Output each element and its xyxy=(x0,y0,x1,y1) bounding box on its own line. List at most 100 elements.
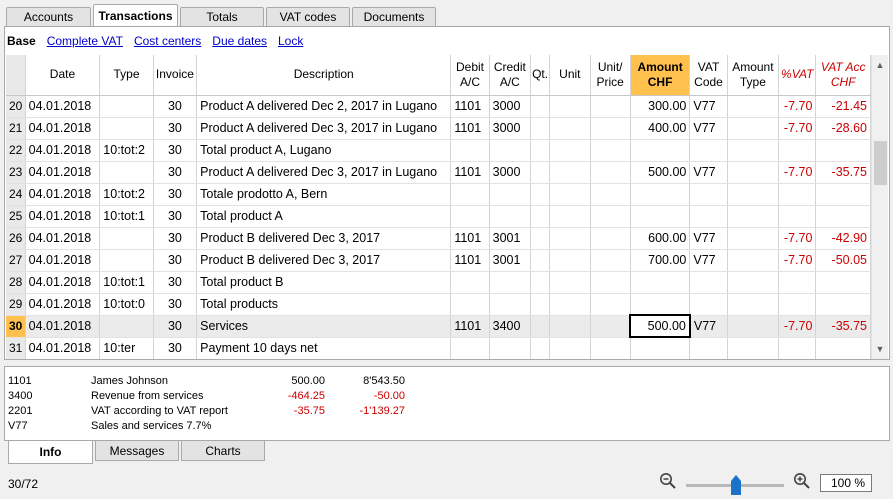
cell-pct-vat[interactable]: -7.70 xyxy=(778,95,817,118)
row-number[interactable]: 31 xyxy=(6,337,26,359)
cell-vat-acc[interactable]: -35.75 xyxy=(815,161,871,184)
cell-amount-type[interactable] xyxy=(727,205,780,228)
cell-description[interactable]: Total products xyxy=(196,293,452,316)
cell-credit[interactable] xyxy=(489,271,532,294)
tab-charts[interactable]: Charts xyxy=(181,441,265,461)
table-row[interactable]: 31 04.01.2018 10:ter 30 Payment 10 days net xyxy=(6,337,871,359)
cell-amount-type[interactable] xyxy=(727,293,780,316)
cell-date[interactable]: 04.01.2018 xyxy=(25,315,101,338)
tab-totals[interactable]: Totals xyxy=(180,7,264,26)
table-row[interactable]: 23 04.01.2018 30 Product A delivered Dec 3,… xyxy=(6,161,871,184)
col-pct-vat[interactable]: %VAT xyxy=(778,55,817,96)
cell-unit-price[interactable] xyxy=(590,337,631,359)
cell-pct-vat[interactable] xyxy=(778,139,817,162)
cell-vat-acc[interactable] xyxy=(815,337,871,359)
cell-amount-type[interactable] xyxy=(727,337,780,359)
cell-description[interactable]: Product A delivered Dec 2, 2017 in Lugan… xyxy=(196,95,452,118)
cell-unit[interactable] xyxy=(549,315,591,338)
cell-pct-vat[interactable] xyxy=(778,205,817,228)
cell-pct-vat[interactable] xyxy=(778,183,817,206)
cell-amount-type[interactable] xyxy=(727,227,780,250)
cell-unit-price[interactable] xyxy=(590,271,631,294)
cell-unit[interactable] xyxy=(549,161,591,184)
cell-credit[interactable]: 3000 xyxy=(489,161,532,184)
cell-unit[interactable] xyxy=(549,227,591,250)
col-qty[interactable]: Qt. xyxy=(530,55,551,96)
cell-invoice[interactable]: 30 xyxy=(153,249,198,272)
cell-description[interactable]: Total product A xyxy=(196,205,452,228)
cell-type[interactable] xyxy=(99,315,154,338)
col-type[interactable]: Type xyxy=(99,55,154,96)
cell-unit[interactable] xyxy=(549,293,591,316)
scroll-down-icon[interactable]: ▼ xyxy=(872,341,888,357)
table-row[interactable]: 26 04.01.2018 30 Product B delivered Dec 3,… xyxy=(6,227,871,250)
cell-vat-acc[interactable]: -50.05 xyxy=(815,249,871,272)
cell-qty[interactable] xyxy=(530,337,551,359)
cell-date[interactable]: 04.01.2018 xyxy=(25,271,101,294)
row-number[interactable]: 23 xyxy=(6,161,26,184)
view-complete-vat[interactable]: Complete VAT xyxy=(47,34,123,48)
cell-qty[interactable] xyxy=(530,205,551,228)
cell-pct-vat[interactable] xyxy=(778,293,817,316)
cell-vat-code[interactable] xyxy=(689,293,728,316)
cell-vat-code[interactable]: V77 xyxy=(689,95,728,118)
cell-description[interactable]: Totale prodotto A, Bern xyxy=(196,183,452,206)
cell-date[interactable]: 04.01.2018 xyxy=(25,183,101,206)
cell-debit[interactable]: 1101 xyxy=(450,95,490,118)
cell-vat-code[interactable]: V77 xyxy=(689,161,728,184)
cell-amount-type[interactable] xyxy=(727,139,780,162)
cell-date[interactable]: 04.01.2018 xyxy=(25,139,101,162)
cell-unit-price[interactable] xyxy=(590,95,631,118)
col-credit[interactable]: Credit A/C xyxy=(489,55,532,96)
row-number[interactable]: 29 xyxy=(6,293,26,316)
cell-vat-code[interactable] xyxy=(689,337,728,359)
cell-type[interactable]: 10:tot:0 xyxy=(99,293,154,316)
cell-date[interactable]: 04.01.2018 xyxy=(25,205,101,228)
cell-qty[interactable] xyxy=(530,227,551,250)
cell-amount-type[interactable] xyxy=(727,95,780,118)
cell-pct-vat[interactable]: -7.70 xyxy=(778,227,817,250)
cell-amount-type[interactable] xyxy=(727,161,780,184)
cell-invoice[interactable]: 30 xyxy=(153,161,198,184)
cell-invoice[interactable]: 30 xyxy=(153,95,198,118)
cell-amount[interactable]: 700.00 xyxy=(630,249,691,272)
cell-vat-code[interactable] xyxy=(689,139,728,162)
cell-unit-price[interactable] xyxy=(590,249,631,272)
cell-amount[interactable]: 500.00 xyxy=(629,314,691,338)
cell-unit[interactable] xyxy=(549,249,591,272)
cell-unit-price[interactable] xyxy=(590,183,631,206)
cell-amount[interactable]: 600.00 xyxy=(630,227,691,250)
cell-type[interactable]: 10:tot:1 xyxy=(99,205,154,228)
table-row[interactable]: 20 04.01.2018 30 Product A delivered Dec 2,… xyxy=(6,95,871,118)
cell-unit[interactable] xyxy=(549,117,591,140)
view-due-dates[interactable]: Due dates xyxy=(212,34,267,48)
col-vat-acc[interactable]: VAT Acc CHF xyxy=(815,55,871,96)
cell-credit[interactable] xyxy=(489,139,532,162)
tab-accounts[interactable]: Accounts xyxy=(6,7,91,26)
scroll-up-icon[interactable]: ▲ xyxy=(872,57,888,73)
cell-amount[interactable] xyxy=(630,139,691,162)
cell-debit[interactable] xyxy=(450,337,490,359)
cell-unit[interactable] xyxy=(549,183,591,206)
cell-credit[interactable] xyxy=(489,183,532,206)
cell-type[interactable] xyxy=(99,227,154,250)
cell-debit[interactable]: 1101 xyxy=(450,227,490,250)
cell-qty[interactable] xyxy=(530,249,551,272)
cell-amount[interactable] xyxy=(630,337,691,359)
cell-unit[interactable] xyxy=(549,139,591,162)
table-row[interactable]: 22 04.01.2018 10:tot:2 30 Total product A, L… xyxy=(6,139,871,162)
row-number[interactable]: 22 xyxy=(6,139,26,162)
cell-credit[interactable]: 3000 xyxy=(489,95,532,118)
cell-vat-acc[interactable]: -42.90 xyxy=(815,227,871,250)
cell-invoice[interactable]: 30 xyxy=(153,293,198,316)
cell-vat-code[interactable]: V77 xyxy=(689,227,728,250)
cell-amount[interactable] xyxy=(630,293,691,316)
tab-info[interactable]: Info xyxy=(8,441,93,464)
row-number[interactable]: 26 xyxy=(6,227,26,250)
cell-pct-vat[interactable] xyxy=(778,337,817,359)
cell-amount-type[interactable] xyxy=(727,271,780,294)
cell-pct-vat[interactable]: -7.70 xyxy=(778,249,817,272)
cell-vat-acc[interactable] xyxy=(815,293,871,316)
cell-description[interactable]: Product A delivered Dec 3, 2017 in Lugan… xyxy=(196,161,452,184)
table-row[interactable]: 29 04.01.2018 10:tot:0 30 Total products xyxy=(6,293,871,316)
